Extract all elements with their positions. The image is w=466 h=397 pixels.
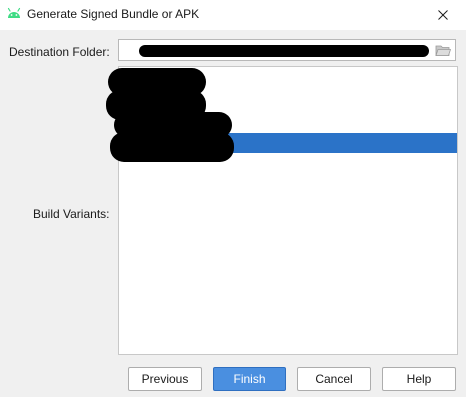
help-button[interactable]: Help xyxy=(382,367,456,391)
redaction-mark xyxy=(110,132,234,162)
finish-button[interactable]: Finish xyxy=(213,367,286,391)
close-icon xyxy=(438,10,448,20)
window-title: Generate Signed Bundle or APK xyxy=(27,7,200,21)
build-variants-label: Build Variants: xyxy=(33,207,110,221)
folder-icon[interactable] xyxy=(435,44,451,57)
title-bar: Generate Signed Bundle or APK xyxy=(0,0,466,30)
destination-folder-label: Destination Folder: xyxy=(9,45,110,59)
close-button[interactable] xyxy=(420,0,466,30)
previous-button[interactable]: Previous xyxy=(128,367,202,391)
cancel-button[interactable]: Cancel xyxy=(297,367,371,391)
redaction-mark xyxy=(139,45,429,57)
android-icon xyxy=(7,7,21,18)
destination-folder-field[interactable] xyxy=(118,39,456,61)
